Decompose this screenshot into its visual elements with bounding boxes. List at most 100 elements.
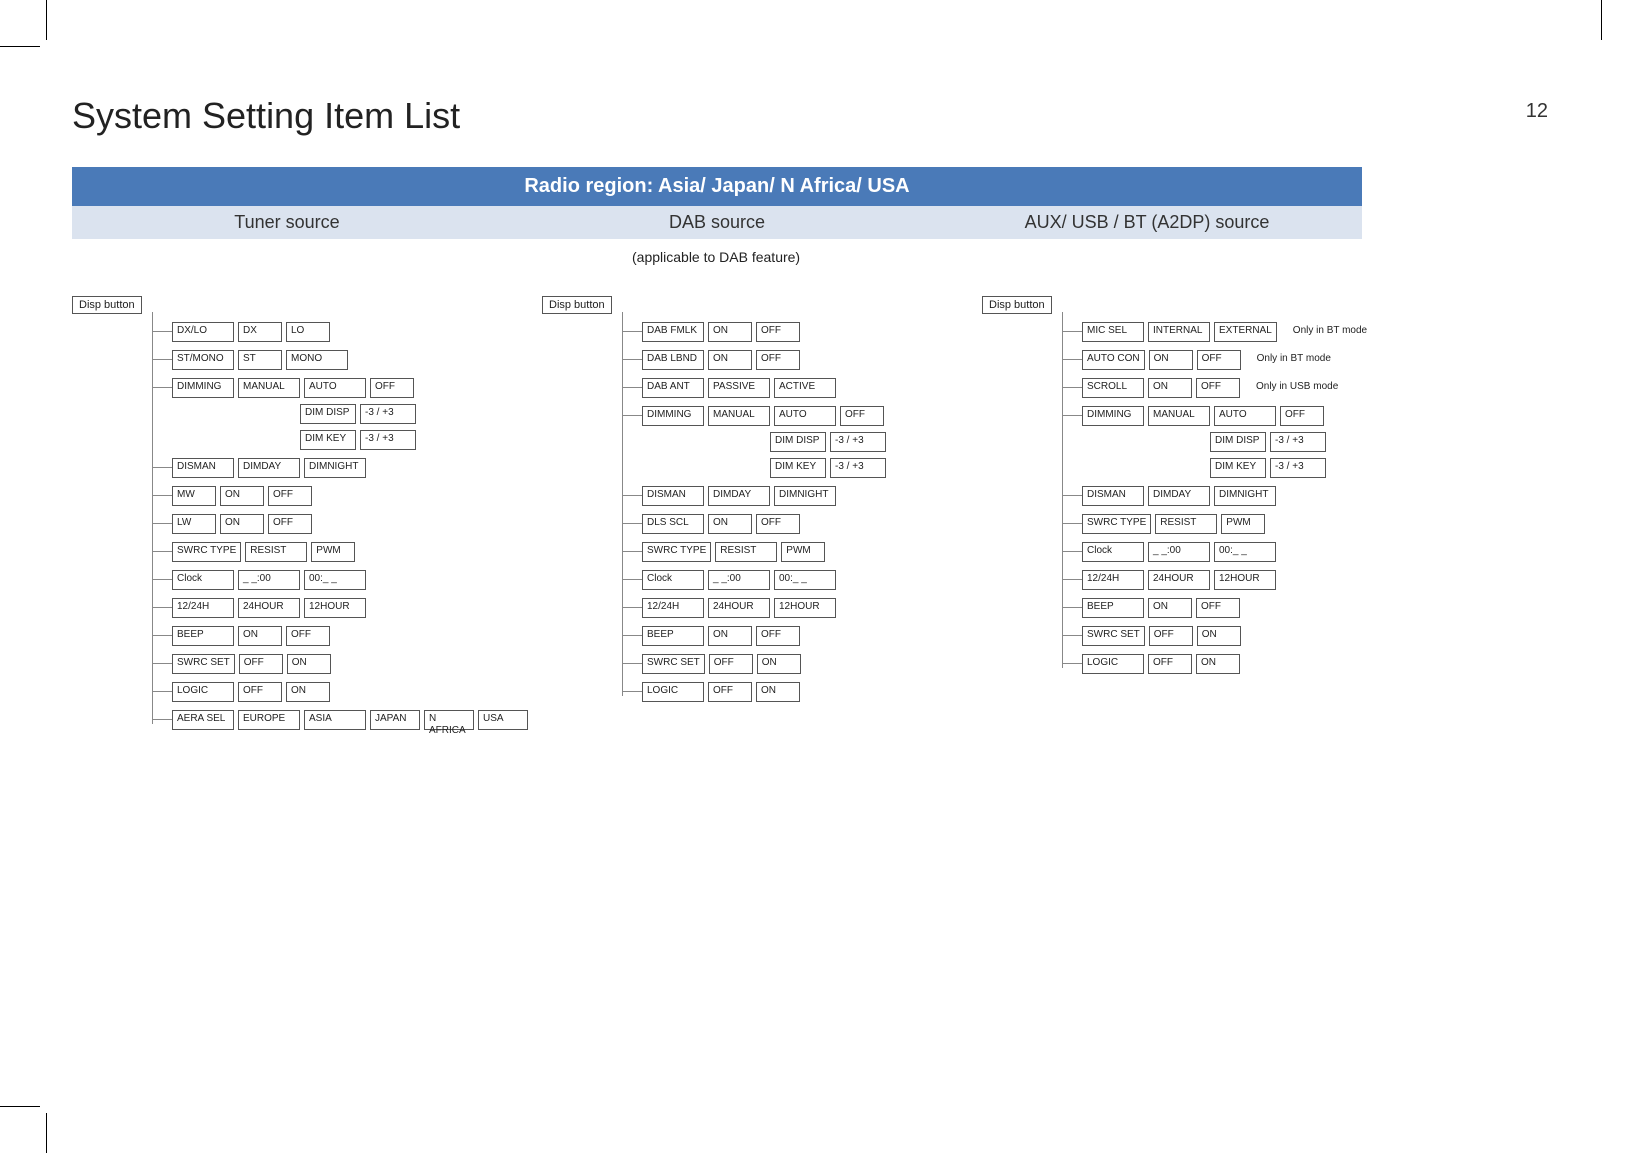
option-cell: PASSIVE [708, 378, 770, 398]
row-note: Only in USB mode [1256, 378, 1338, 392]
option-cell: OFF [268, 486, 312, 506]
option-cell: DIMMING [172, 378, 234, 398]
tree-subrow: DIM DISP-3 / +3 [1082, 432, 1482, 452]
tree-row: SWRC SETOFFON [982, 626, 1482, 646]
page: 12 System Setting Item List Radio region… [0, 0, 1648, 1153]
option-cell: AUTO [1214, 406, 1276, 426]
option-cell: ST/MONO [172, 350, 234, 370]
aux-tree: Disp button MIC SELINTERNALEXTERNALOnly … [982, 295, 1482, 730]
tuner-tree: Disp button DX/LODXLO ST/MONOSTMONO DIMMIN… [72, 295, 532, 730]
trees: Disp button DX/LODXLO ST/MONOSTMONO DIMMIN… [72, 295, 1572, 730]
option-cell: -3 / +3 [360, 404, 416, 424]
tree-subrow: DIM DISP-3 / +3 [642, 432, 972, 452]
disp-button-label: Disp button [542, 296, 612, 314]
option-cell: OFF [709, 654, 753, 674]
option-cell: ON [1148, 598, 1192, 618]
crop-mark [1601, 0, 1602, 40]
option-cell: N AFRICA [424, 710, 474, 730]
tree-row: SWRC SETOFFON [72, 654, 532, 674]
option-cell: OFF [1196, 378, 1240, 398]
disp-button-label: Disp button [72, 296, 142, 314]
option-cell: SWRC TYPE [1082, 514, 1151, 534]
tree-row: BEEPONOFF [542, 626, 972, 646]
option-cell: 12/24H [642, 598, 704, 618]
tree-row: DISMANDIMDAYDIMNIGHT [72, 458, 532, 478]
option-cell: OFF [268, 514, 312, 534]
option-cell: OFF [756, 322, 800, 342]
option-cell: ON [708, 626, 752, 646]
option-cell: ON [1197, 626, 1241, 646]
option-cell: DIM KEY [1210, 458, 1266, 478]
option-cell: ON [1148, 378, 1192, 398]
tree-row: DISMANDIMDAYDIMNIGHT [982, 486, 1482, 506]
option-cell: ON [220, 514, 264, 534]
tree-subrow: DIM KEY-3 / +3 [1082, 458, 1482, 478]
tree-row: DIMMINGMANUALAUTOOFF [72, 378, 532, 398]
option-cell: 12/24H [1082, 570, 1144, 590]
option-cell: OFF [756, 514, 800, 534]
option-cell: MANUAL [238, 378, 300, 398]
option-cell: ON [757, 654, 801, 674]
option-cell: SCROLL [1082, 378, 1144, 398]
option-cell: 00:_ _ [304, 570, 366, 590]
tree-row: AUTO CONONOFFOnly in BT mode [982, 350, 1482, 370]
option-cell: RESIST [245, 542, 307, 562]
option-cell: DIM KEY [770, 458, 826, 478]
option-cell: DIM DISP [770, 432, 826, 452]
option-cell: ON [238, 626, 282, 646]
option-cell: ON [756, 682, 800, 702]
option-cell: 12/24H [172, 598, 234, 618]
option-cell: SWRC TYPE [642, 542, 711, 562]
option-cell: PWM [1221, 514, 1265, 534]
option-cell: DISMAN [172, 458, 234, 478]
option-cell: DIM DISP [1210, 432, 1266, 452]
tree-row: ST/MONOSTMONO [72, 350, 532, 370]
option-cell: AUTO [774, 406, 836, 426]
dab-note: (applicable to DAB feature) [72, 249, 1362, 265]
option-cell: -3 / +3 [1270, 458, 1326, 478]
crop-mark [0, 1106, 40, 1107]
option-cell: OFF [756, 350, 800, 370]
tree-row: DX/LODXLO [72, 322, 532, 342]
option-cell: DISMAN [1082, 486, 1144, 506]
tree-row: LOGICOFFON [982, 654, 1482, 674]
tree-row: DAB FMLKONOFF [542, 322, 972, 342]
tree-row: DISMANDIMDAYDIMNIGHT [542, 486, 972, 506]
option-cell: OFF [1149, 626, 1193, 646]
option-cell: USA [478, 710, 528, 730]
tree-row: SWRC TYPERESISTPWM [72, 542, 532, 562]
option-cell: AUTO CON [1082, 350, 1145, 370]
option-cell: 00:_ _ [774, 570, 836, 590]
option-cell: LOGIC [172, 682, 234, 702]
option-cell: LO [286, 322, 330, 342]
disp-button-label: Disp button [982, 296, 1052, 314]
option-cell: ON [220, 486, 264, 506]
option-cell: DIMDAY [238, 458, 300, 478]
tree-row: SCROLLONOFF Only in USB mode [982, 378, 1482, 398]
option-cell: SWRC SET [172, 654, 235, 674]
option-cell: DAB LBND [642, 350, 704, 370]
option-cell: ON [286, 682, 330, 702]
tree-row: MIC SELINTERNALEXTERNALOnly in BT mode [982, 322, 1482, 342]
option-cell: INTERNAL [1148, 322, 1210, 342]
option-cell: DIMDAY [708, 486, 770, 506]
col-dab: DAB source [502, 206, 932, 239]
option-cell: 12HOUR [1214, 570, 1276, 590]
option-cell: PWM [781, 542, 825, 562]
row-note: Only in BT mode [1293, 322, 1367, 336]
option-cell: AERA SEL [172, 710, 234, 730]
option-cell: DIMNIGHT [304, 458, 366, 478]
tree-subrow: DIM KEY-3 / +3 [642, 458, 972, 478]
option-cell: ASIA [304, 710, 366, 730]
option-cell: DX [238, 322, 282, 342]
option-cell: OFF [286, 626, 330, 646]
option-cell: JAPAN [370, 710, 420, 730]
option-cell: 12HOUR [774, 598, 836, 618]
option-cell: BEEP [1082, 598, 1144, 618]
tree-row: DIMMINGMANUALAUTOOFF [542, 406, 972, 426]
option-cell: ON [287, 654, 331, 674]
tree-row: AERA SELEUROPEASIAJAPANN AFRICAUSA [72, 710, 532, 730]
option-cell: LW [172, 514, 216, 534]
region-banner: Radio region: Asia/ Japan/ N Africa/ USA [72, 167, 1362, 206]
tree-row: LWONOFF [72, 514, 532, 534]
